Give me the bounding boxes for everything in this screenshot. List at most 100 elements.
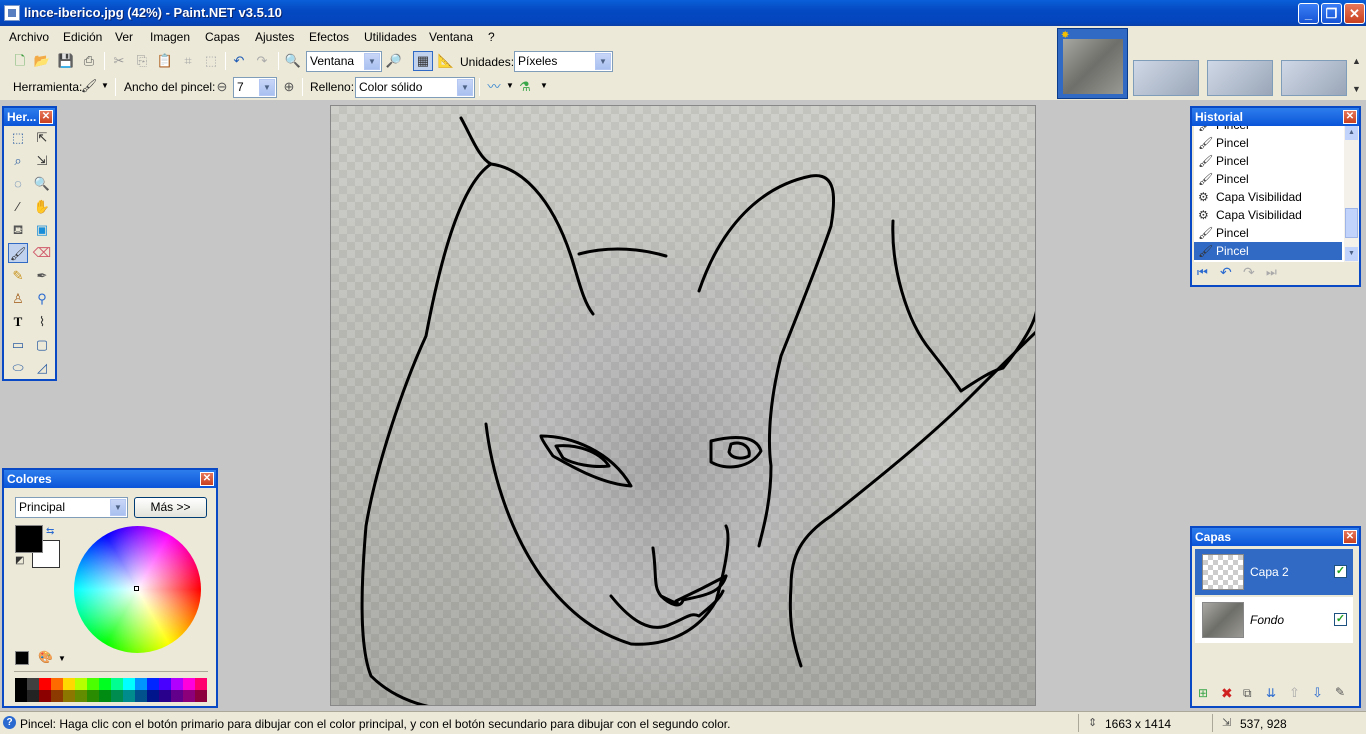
rect-select-icon[interactable]: ⬚ bbox=[8, 128, 28, 148]
menu-capas[interactable]: Capas bbox=[205, 30, 240, 44]
palette-swatch[interactable] bbox=[87, 690, 99, 702]
image-canvas[interactable] bbox=[330, 105, 1036, 706]
rounded-rectangle-icon[interactable]: ▢ bbox=[32, 335, 52, 355]
fast-forward-icon[interactable]: ⏭ bbox=[1266, 265, 1277, 280]
palette-swatch[interactable] bbox=[63, 678, 75, 690]
palette-swatch[interactable] bbox=[159, 678, 171, 690]
scroll-up-icon[interactable]: ▲ bbox=[1352, 56, 1361, 66]
chevron-down-icon[interactable]: ▼ bbox=[58, 654, 66, 663]
history-item[interactable]: 🖌Pincel bbox=[1194, 170, 1342, 188]
menu-ver[interactable]: Ver bbox=[115, 30, 133, 44]
units-dropdown[interactable]: Píxeles ▼ bbox=[514, 51, 613, 72]
recolor-icon[interactable]: ⚲ bbox=[32, 289, 52, 309]
palette-swatch[interactable] bbox=[75, 678, 87, 690]
redo-icon[interactable]: ↷ bbox=[1243, 264, 1255, 281]
close-icon[interactable]: ✕ bbox=[1343, 530, 1357, 544]
palette-swatch[interactable] bbox=[135, 690, 147, 702]
palette-swatch[interactable] bbox=[183, 690, 195, 702]
palette-swatch[interactable] bbox=[15, 690, 27, 702]
more-button[interactable]: Más >> bbox=[134, 497, 207, 518]
redo-icon[interactable]: ↷ bbox=[253, 52, 271, 70]
history-item[interactable]: 🖌Pincel bbox=[1194, 152, 1342, 170]
new-icon[interactable]: 🗋 bbox=[11, 52, 29, 70]
color-wheel[interactable] bbox=[74, 526, 201, 653]
palette-swatch[interactable] bbox=[183, 678, 195, 690]
menu-imagen[interactable]: Imagen bbox=[150, 30, 190, 44]
add-layer-icon[interactable]: ⊞ bbox=[1198, 686, 1208, 700]
fill-dropdown[interactable]: Color sólido ▼ bbox=[355, 77, 475, 98]
reset-colors-icon[interactable]: ◩ bbox=[15, 555, 24, 566]
primary-color-swatch[interactable] bbox=[15, 525, 43, 553]
paintbrush-icon[interactable]: 🖌 bbox=[8, 243, 28, 263]
scrollbar-thumb[interactable] bbox=[1345, 208, 1358, 238]
ellipse-icon[interactable]: ⬭ bbox=[8, 358, 28, 378]
palette-swatch[interactable] bbox=[27, 678, 39, 690]
undo-icon[interactable]: ↶ bbox=[1220, 264, 1232, 281]
color-picker-icon[interactable]: ✒ bbox=[32, 266, 52, 286]
zoom-in-icon[interactable]: 🔎 bbox=[385, 52, 403, 70]
palette-swatch[interactable] bbox=[39, 678, 51, 690]
history-item[interactable]: ⚙ Capa Visibilidad bbox=[1194, 188, 1342, 206]
layer-visibility-checkbox[interactable]: ✓ bbox=[1334, 565, 1347, 578]
rewind-icon[interactable]: ⏮ bbox=[1197, 265, 1208, 280]
layer-row[interactable]: Capa 2 ✓ bbox=[1195, 549, 1353, 595]
menu-archivo[interactable]: Archivo bbox=[9, 30, 49, 44]
palette-swatch[interactable] bbox=[39, 690, 51, 702]
text-icon[interactable]: T bbox=[8, 312, 28, 332]
history-item[interactable]: 🖌Pincel bbox=[1194, 134, 1342, 152]
chevron-down-icon[interactable]: ▼ bbox=[101, 81, 109, 90]
close-icon[interactable]: ✕ bbox=[200, 472, 214, 486]
pan-icon[interactable]: ✋ bbox=[32, 197, 52, 217]
rulers-icon[interactable]: 📐 bbox=[437, 52, 455, 70]
move-layer-down-icon[interactable]: ⇩ bbox=[1312, 685, 1323, 701]
color-wheel-cursor[interactable] bbox=[134, 586, 139, 591]
palette-swatch[interactable] bbox=[123, 690, 135, 702]
move-selection-icon[interactable]: ⇲ bbox=[32, 151, 52, 171]
palette-swatch[interactable] bbox=[171, 678, 183, 690]
palette-swatch[interactable] bbox=[147, 690, 159, 702]
merge-layer-icon[interactable]: ⇊ bbox=[1266, 686, 1276, 700]
deselect-icon[interactable]: ⬚ bbox=[202, 52, 220, 70]
paintbrush-icon[interactable]: 🖌 bbox=[80, 77, 98, 95]
increase-icon[interactable]: ⊕ bbox=[280, 78, 298, 96]
image-tab-3[interactable] bbox=[1207, 60, 1273, 96]
menu-help[interactable]: ? bbox=[488, 30, 495, 44]
palette-swatch[interactable] bbox=[51, 690, 63, 702]
palette-swatch[interactable] bbox=[159, 690, 171, 702]
zoom-out-icon[interactable]: 🔍 bbox=[284, 52, 302, 70]
crop-icon[interactable]: ⌗ bbox=[179, 52, 197, 70]
blend-mode-icon[interactable]: ⚗ bbox=[516, 78, 534, 96]
move-selected-icon[interactable]: ⇱ bbox=[32, 128, 52, 148]
layer-visibility-checkbox[interactable]: ✓ bbox=[1334, 613, 1347, 626]
palette-swatch[interactable] bbox=[195, 690, 207, 702]
palette-swatch[interactable] bbox=[99, 678, 111, 690]
delete-layer-icon[interactable]: ✖ bbox=[1221, 685, 1233, 702]
palette-swatch[interactable] bbox=[171, 690, 183, 702]
palette-swatch[interactable] bbox=[99, 690, 111, 702]
history-item[interactable]: ⚙ Capa Visibilidad bbox=[1194, 206, 1342, 224]
chevron-down-icon[interactable]: ▼ bbox=[540, 81, 548, 90]
palette-swatch[interactable] bbox=[111, 678, 123, 690]
magic-wand-icon[interactable]: ⁄ bbox=[8, 197, 28, 217]
swap-colors-icon[interactable]: ⇆ bbox=[46, 526, 54, 537]
pencil-icon[interactable]: ✎ bbox=[8, 266, 28, 286]
minimize-button[interactable]: _ bbox=[1298, 3, 1319, 24]
palette-swatch[interactable] bbox=[147, 678, 159, 690]
menu-ajustes[interactable]: Ajustes bbox=[255, 30, 294, 44]
gradient-icon[interactable]: ▣ bbox=[32, 220, 52, 240]
palette-primary-icon[interactable] bbox=[15, 651, 29, 665]
move-layer-up-icon[interactable]: ⇧ bbox=[1289, 685, 1300, 701]
history-item[interactable]: 🖌Pincel bbox=[1194, 126, 1342, 134]
scroll-down-icon[interactable]: ▼ bbox=[1352, 84, 1361, 94]
palette-swatch[interactable] bbox=[63, 690, 75, 702]
image-tab-2[interactable] bbox=[1133, 60, 1199, 96]
menu-efectos[interactable]: Efectos bbox=[309, 30, 349, 44]
duplicate-layer-icon[interactable]: ⧉ bbox=[1243, 686, 1252, 701]
zoom-dropdown[interactable]: Ventana ▼ bbox=[306, 51, 382, 72]
save-icon[interactable]: 💾 bbox=[57, 52, 75, 70]
grid-toggle-icon[interactable]: ▦ bbox=[413, 51, 433, 71]
palette-swatch[interactable] bbox=[87, 678, 99, 690]
paste-icon[interactable]: 📋 bbox=[156, 52, 174, 70]
close-icon[interactable]: ✕ bbox=[1343, 110, 1357, 124]
menu-utilidades[interactable]: Utilidades bbox=[364, 30, 417, 44]
